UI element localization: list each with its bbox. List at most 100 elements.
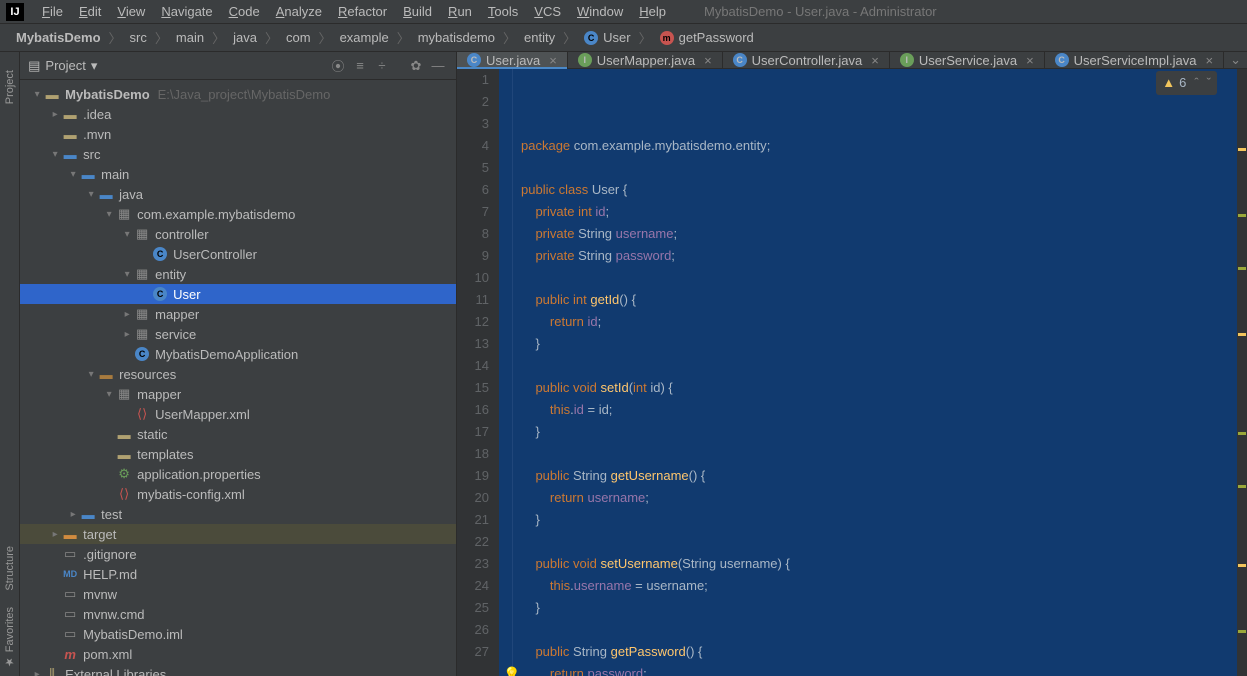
tree-arrow-icon[interactable]: ▾: [84, 369, 98, 380]
tree-arrow-icon[interactable]: ▾: [120, 229, 134, 240]
tree-item-service[interactable]: ▸▦service: [20, 324, 456, 344]
tree-item-main[interactable]: ▾▬main: [20, 164, 456, 184]
tree-item-target[interactable]: ▸▬target: [20, 524, 456, 544]
editor-tab-user-java[interactable]: CUser.java×: [457, 52, 568, 68]
close-icon[interactable]: ×: [549, 53, 557, 68]
tree-item-pom-xml[interactable]: mpom.xml: [20, 644, 456, 664]
chevron-up-icon[interactable]: ˆ: [1194, 72, 1198, 94]
tree-arrow-icon[interactable]: ▸: [48, 529, 62, 540]
close-icon[interactable]: ×: [871, 53, 879, 68]
breadcrumb-mybatisdemo[interactable]: MybatisDemo: [10, 28, 107, 47]
code-editor[interactable]: 1234567891011121314151617181920212223242…: [457, 69, 1247, 676]
tree-arrow-icon[interactable]: ▸: [48, 109, 62, 120]
tree-item-usercontroller[interactable]: CUserController: [20, 244, 456, 264]
intention-bulb-icon[interactable]: 💡: [503, 663, 520, 676]
tree-arrow-icon[interactable]: ▾: [102, 389, 116, 400]
breadcrumb-java[interactable]: java: [227, 28, 263, 47]
menu-tools[interactable]: Tools: [480, 2, 526, 21]
tree-item-templates[interactable]: ▬templates: [20, 444, 456, 464]
pkg-icon: ▦: [116, 206, 132, 222]
tool-tab-project[interactable]: Project: [2, 62, 18, 112]
tree-item-java[interactable]: ▾▬java: [20, 184, 456, 204]
menu-run[interactable]: Run: [440, 2, 480, 21]
tabs-overflow-icon[interactable]: ⌄: [1224, 52, 1247, 68]
close-icon[interactable]: ×: [1206, 53, 1214, 68]
menu-navigate[interactable]: Navigate: [153, 2, 220, 21]
inspection-badge[interactable]: ▲ 6 ˆ ˇ: [1156, 71, 1217, 95]
tree-item--mvn[interactable]: ▬.mvn: [20, 124, 456, 144]
menu-edit[interactable]: Edit: [71, 2, 109, 21]
tree-item--gitignore[interactable]: ▭.gitignore: [20, 544, 456, 564]
tree-item-user[interactable]: CUser: [20, 284, 456, 304]
tree-item-mybatisdemoapplication[interactable]: CMybatisDemoApplication: [20, 344, 456, 364]
menu-window[interactable]: Window: [569, 2, 631, 21]
chevron-right-icon: 〉: [155, 28, 168, 47]
md-icon: MD: [62, 566, 78, 582]
breadcrumb-entity[interactable]: entity: [518, 28, 561, 47]
error-stripe[interactable]: [1237, 69, 1247, 676]
breadcrumb-getpassword[interactable]: mgetPassword: [654, 28, 760, 47]
tree-item-resources[interactable]: ▾▬resources: [20, 364, 456, 384]
file-type-icon: I: [578, 53, 592, 67]
menu-refactor[interactable]: Refactor: [330, 2, 395, 21]
breadcrumb-com[interactable]: com: [280, 28, 317, 47]
menu-view[interactable]: View: [109, 2, 153, 21]
tree-item-usermapper-xml[interactable]: ⟨⟩UserMapper.xml: [20, 404, 456, 424]
tree-item-test[interactable]: ▸▬test: [20, 504, 456, 524]
tree-item-mybatisdemo[interactable]: ▾▬MybatisDemoE:\Java_project\MybatisDemo: [20, 84, 456, 104]
tree-arrow-icon[interactable]: ▸: [120, 309, 134, 320]
breadcrumb-src[interactable]: src: [124, 28, 153, 47]
project-panel-title[interactable]: ▤ Project ▾: [28, 58, 97, 74]
menu-vcs[interactable]: VCS: [526, 2, 569, 21]
editor-tab-userservice-java[interactable]: IUserService.java×: [890, 52, 1045, 68]
expand-all-icon[interactable]: ≡: [350, 56, 370, 76]
tree-arrow-icon[interactable]: ▾: [120, 269, 134, 280]
tree-item-static[interactable]: ▬static: [20, 424, 456, 444]
tool-tab-structure[interactable]: Structure: [2, 538, 18, 599]
editor-tab-usercontroller-java[interactable]: CUserController.java×: [723, 52, 890, 68]
collapse-all-icon[interactable]: ÷: [372, 56, 392, 76]
tree-item--idea[interactable]: ▸▬.idea: [20, 104, 456, 124]
tree-item-com-example-mybatisdemo[interactable]: ▾▦com.example.mybatisdemo: [20, 204, 456, 224]
close-icon[interactable]: ×: [1026, 53, 1034, 68]
tree-item-mapper[interactable]: ▸▦mapper: [20, 304, 456, 324]
tree-item-mybatisdemo-iml[interactable]: ▭MybatisDemo.iml: [20, 624, 456, 644]
tree-arrow-icon[interactable]: ▾: [66, 169, 80, 180]
tree-arrow-icon[interactable]: ▾: [48, 149, 62, 160]
menu-build[interactable]: Build: [395, 2, 440, 21]
tool-tab-favorites[interactable]: ★ Favorites: [1, 599, 18, 676]
tree-item-application-properties[interactable]: ⚙application.properties: [20, 464, 456, 484]
tree-item-controller[interactable]: ▾▦controller: [20, 224, 456, 244]
breadcrumb-example[interactable]: example: [334, 28, 395, 47]
folder-icon: ▬: [62, 106, 78, 122]
breadcrumb-main[interactable]: main: [170, 28, 210, 47]
editor-tab-usermapper-java[interactable]: IUserMapper.java×: [568, 52, 723, 68]
menu-file[interactable]: File: [34, 2, 71, 21]
project-tree[interactable]: ▾▬MybatisDemoE:\Java_project\MybatisDemo…: [20, 80, 456, 676]
tree-item-external-libraries[interactable]: ▸⫴External Libraries: [20, 664, 456, 676]
tree-item-mybatis-config-xml[interactable]: ⟨⟩mybatis-config.xml: [20, 484, 456, 504]
tree-item-mvnw[interactable]: ▭mvnw: [20, 584, 456, 604]
tree-arrow-icon[interactable]: ▸: [66, 509, 80, 520]
tree-item-src[interactable]: ▾▬src: [20, 144, 456, 164]
tree-item-mvnw-cmd[interactable]: ▭mvnw.cmd: [20, 604, 456, 624]
breadcrumb-user[interactable]: CUser: [578, 28, 636, 47]
tree-item-mapper[interactable]: ▾▦mapper: [20, 384, 456, 404]
tree-item-help-md[interactable]: MDHELP.md: [20, 564, 456, 584]
tree-arrow-icon[interactable]: ▸: [30, 669, 44, 676]
editor-tab-userserviceimpl-java[interactable]: CUserServiceImpl.java×: [1045, 52, 1224, 68]
tree-arrow-icon[interactable]: ▾: [30, 89, 44, 100]
menu-code[interactable]: Code: [221, 2, 268, 21]
tree-arrow-icon[interactable]: ▾: [84, 189, 98, 200]
menu-analyze[interactable]: Analyze: [268, 2, 330, 21]
chevron-down-icon[interactable]: ˇ: [1207, 72, 1211, 94]
breadcrumb-mybatisdemo[interactable]: mybatisdemo: [412, 28, 501, 47]
gear-icon[interactable]: ✿: [406, 56, 426, 76]
menu-help[interactable]: Help: [631, 2, 674, 21]
tree-item-entity[interactable]: ▾▦entity: [20, 264, 456, 284]
hide-icon[interactable]: —: [428, 56, 448, 76]
close-icon[interactable]: ×: [704, 53, 712, 68]
tree-arrow-icon[interactable]: ▾: [102, 209, 116, 220]
locate-icon[interactable]: ⦿: [328, 56, 348, 76]
tree-arrow-icon[interactable]: ▸: [120, 329, 134, 340]
